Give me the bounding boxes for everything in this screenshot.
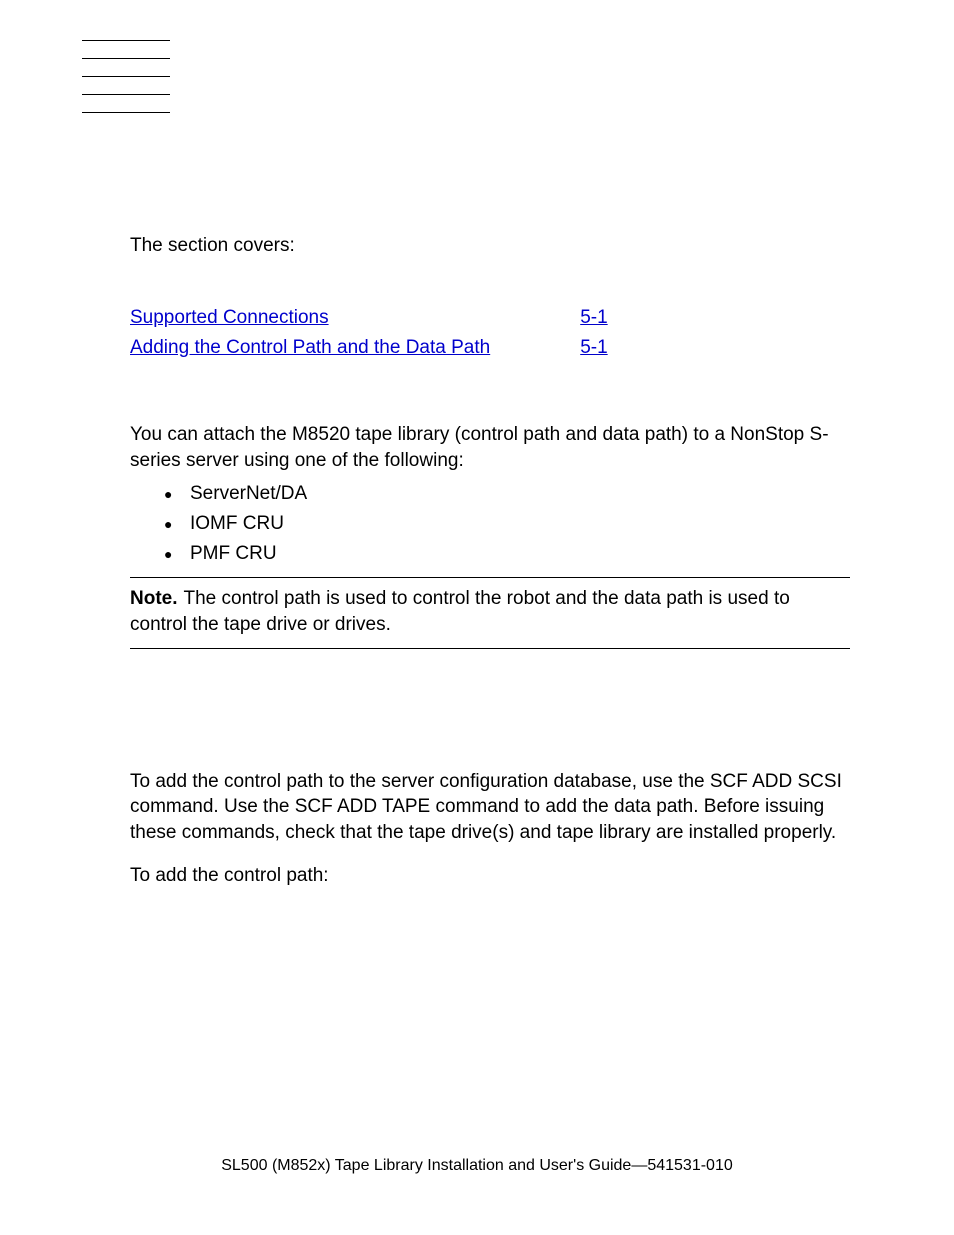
bullet-list: ServerNet/DA IOMF CRU PMF CRU <box>130 483 850 565</box>
list-item: PMF CRU <box>190 543 850 565</box>
section2-para2: To add the control path: <box>130 863 850 889</box>
decorative-lines <box>82 40 170 130</box>
note-block: Note.The control path is used to control… <box>130 577 850 648</box>
page-content: The section covers: Supported Connection… <box>130 235 850 899</box>
toc-link-adding-paths[interactable]: Adding the Control Path and the Data Pat… <box>130 337 580 358</box>
page-footer: SL500 (M852x) Tape Library Installation … <box>0 1157 954 1175</box>
list-item: IOMF CRU <box>190 513 850 535</box>
intro-text: The section covers: <box>130 235 850 257</box>
list-item: ServerNet/DA <box>190 483 850 505</box>
toc-table: Supported Connections 5-1 Adding the Con… <box>130 307 608 367</box>
note-text: The control path is used to control the … <box>130 588 790 635</box>
toc-row: Supported Connections 5-1 <box>130 307 608 337</box>
toc-page-adding-paths[interactable]: 5-1 <box>580 337 607 358</box>
toc-page-supported-connections[interactable]: 5-1 <box>580 307 607 328</box>
toc-link-supported-connections[interactable]: Supported Connections <box>130 307 419 328</box>
note-label: Note. <box>130 588 184 609</box>
section2-para1: To add the control path to the server co… <box>130 769 850 846</box>
section1-para: You can attach the M8520 tape library (c… <box>130 422 850 473</box>
toc-row: Adding the Control Path and the Data Pat… <box>130 337 608 367</box>
